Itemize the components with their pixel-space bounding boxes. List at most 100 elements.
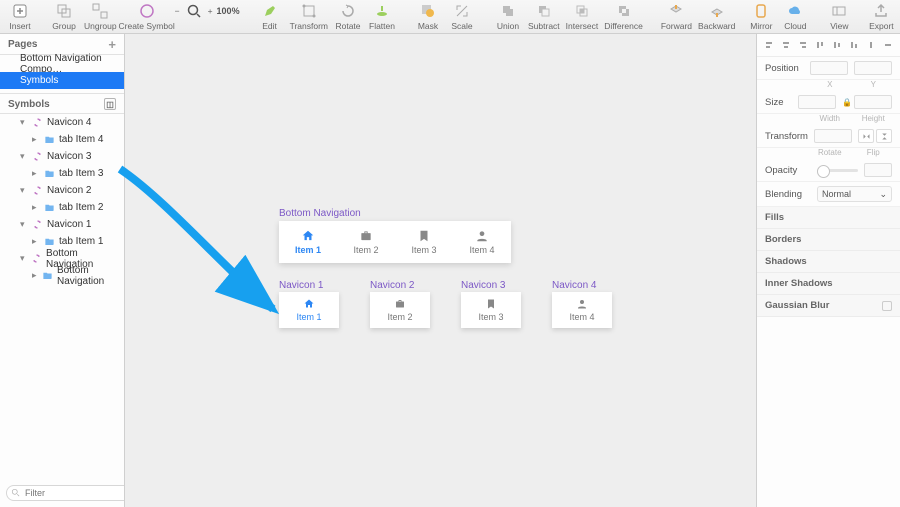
artboard-label[interactable]: Navicon 1 (279, 280, 323, 291)
navicon-2-artboard[interactable]: Item 2 (370, 292, 430, 328)
intersect-button[interactable]: Intersect (566, 2, 599, 31)
lock-icon[interactable]: 🔒 (842, 98, 848, 107)
difference-button[interactable]: Difference (604, 2, 643, 31)
folder-row[interactable]: tab Item 2 (0, 199, 124, 216)
symbol-row[interactable]: Navicon 1 (0, 216, 124, 233)
symbol-row[interactable]: Navicon 2 (0, 182, 124, 199)
canvas[interactable]: Bottom Navigation Item 1 Item 2 Item 3 I… (124, 34, 757, 507)
navicon-1-artboard[interactable]: Item 1 (279, 292, 339, 328)
artboard-label[interactable]: Navicon 4 (552, 280, 596, 291)
align-vcenter-button[interactable] (831, 38, 844, 52)
page-row[interactable]: Bottom Navigation Compo… (0, 55, 124, 72)
zoom-level[interactable]: 100% (217, 6, 240, 16)
home-icon (303, 298, 315, 310)
scale-button[interactable]: Scale (448, 2, 476, 31)
view-button[interactable]: View (825, 2, 853, 31)
mirror-button[interactable]: Mirror (747, 2, 775, 31)
subtract-button[interactable]: Subtract (528, 2, 560, 31)
inner-shadows-section[interactable]: Inner Shadows (757, 273, 900, 295)
nav-item-label: Item 2 (353, 245, 378, 255)
folder-row[interactable]: tab Item 3 (0, 165, 124, 182)
position-row: Position (757, 57, 900, 80)
briefcase-icon (359, 229, 373, 243)
add-page-button[interactable]: + (108, 38, 116, 51)
gaussian-blur-section[interactable]: Gaussian Blur (757, 295, 900, 317)
align-bottom-button[interactable] (847, 38, 860, 52)
blending-label: Blending (765, 189, 811, 200)
symbol-icon (32, 185, 43, 196)
disclosure-triangle[interactable] (20, 185, 28, 196)
opacity-slider[interactable] (817, 169, 858, 172)
row-label: Navicon 3 (47, 151, 91, 162)
artboard-label[interactable]: Navicon 2 (370, 280, 414, 291)
disclosure-triangle[interactable] (20, 151, 28, 162)
bookmark-icon (485, 298, 497, 310)
folder-row[interactable]: Bottom Navigation (0, 267, 124, 284)
shadows-section[interactable]: Shadows (757, 251, 900, 273)
folder-icon (44, 134, 55, 145)
rotate-field[interactable] (814, 129, 852, 143)
disclosure-triangle[interactable] (20, 117, 28, 128)
transform-label: Transform (765, 131, 808, 142)
nav-item-2[interactable]: Item 2 (337, 221, 395, 263)
insert-button[interactable]: Insert (6, 2, 34, 31)
y-field[interactable] (854, 61, 892, 75)
mask-button[interactable]: Mask (414, 2, 442, 31)
disclosure-triangle[interactable] (32, 270, 38, 281)
height-field[interactable] (854, 95, 892, 109)
disclosure-triangle[interactable] (32, 202, 40, 213)
flip-v-button[interactable] (876, 129, 892, 143)
zoom-icon[interactable] (184, 2, 204, 20)
align-left-button[interactable] (763, 38, 776, 52)
opacity-field[interactable] (864, 163, 892, 177)
size-row: Size 🔒 (757, 91, 900, 114)
forward-button[interactable]: Forward (661, 2, 692, 31)
x-field[interactable] (810, 61, 848, 75)
navicon-3-artboard[interactable]: Item 3 (461, 292, 521, 328)
main-toolbar: Insert Group Ungroup Create Symbol − + 1… (0, 0, 900, 34)
symbols-view-toggle[interactable]: ◫ (104, 98, 116, 110)
nav-item-label: Item 3 (411, 245, 436, 255)
disclosure-triangle[interactable] (20, 253, 27, 264)
create-symbol-button[interactable]: Create Symbol (133, 2, 161, 31)
fills-section[interactable]: Fills (757, 207, 900, 229)
navicon-4-artboard[interactable]: Item 4 (552, 292, 612, 328)
backward-button[interactable]: Backward (698, 2, 735, 31)
nav-item-1[interactable]: Item 1 (279, 221, 337, 263)
transform-button[interactable]: Transform (290, 2, 328, 31)
nav-item-3[interactable]: Item 3 (395, 221, 453, 263)
cloud-button[interactable]: Cloud (781, 2, 809, 31)
symbol-row[interactable]: Navicon 4 (0, 114, 124, 131)
flatten-button[interactable]: Flatten (368, 2, 396, 31)
disclosure-triangle[interactable] (32, 236, 40, 247)
ungroup-button[interactable]: Ungroup (84, 2, 117, 31)
disclosure-triangle[interactable] (32, 134, 40, 145)
page-row-selected[interactable]: Symbols (0, 72, 124, 89)
blur-checkbox[interactable] (882, 301, 892, 311)
folder-row[interactable]: tab Item 4 (0, 131, 124, 148)
align-top-button[interactable] (814, 38, 827, 52)
edit-button[interactable]: Edit (256, 2, 284, 31)
blend-mode-select[interactable]: Normal⌄ (817, 186, 892, 202)
distribute-h-button[interactable] (864, 38, 877, 52)
disclosure-triangle[interactable] (20, 219, 28, 230)
union-button[interactable]: Union (494, 2, 522, 31)
align-right-button[interactable] (797, 38, 810, 52)
width-field[interactable] (798, 95, 836, 109)
symbol-row[interactable]: Navicon 3 (0, 148, 124, 165)
rotate-button[interactable]: Rotate (334, 2, 362, 31)
artboard-label[interactable]: Bottom Navigation (279, 208, 361, 219)
nav-item-4[interactable]: Item 4 (453, 221, 511, 263)
bottom-navigation-artboard[interactable]: Item 1 Item 2 Item 3 Item 4 (279, 221, 511, 263)
group-button[interactable]: Group (50, 2, 78, 31)
align-hcenter-button[interactable] (780, 38, 793, 52)
size-label: Size (765, 97, 792, 108)
export-button[interactable]: Export (867, 2, 895, 31)
distribute-v-button[interactable] (881, 38, 894, 52)
flip-h-button[interactable] (858, 129, 874, 143)
flip-sublabel: Flip (855, 148, 893, 157)
artboard-label[interactable]: Navicon 3 (461, 280, 505, 291)
borders-section[interactable]: Borders (757, 229, 900, 251)
disclosure-triangle[interactable] (32, 168, 40, 179)
symbol-tree: Navicon 4tab Item 4Navicon 3tab Item 3Na… (0, 114, 124, 284)
